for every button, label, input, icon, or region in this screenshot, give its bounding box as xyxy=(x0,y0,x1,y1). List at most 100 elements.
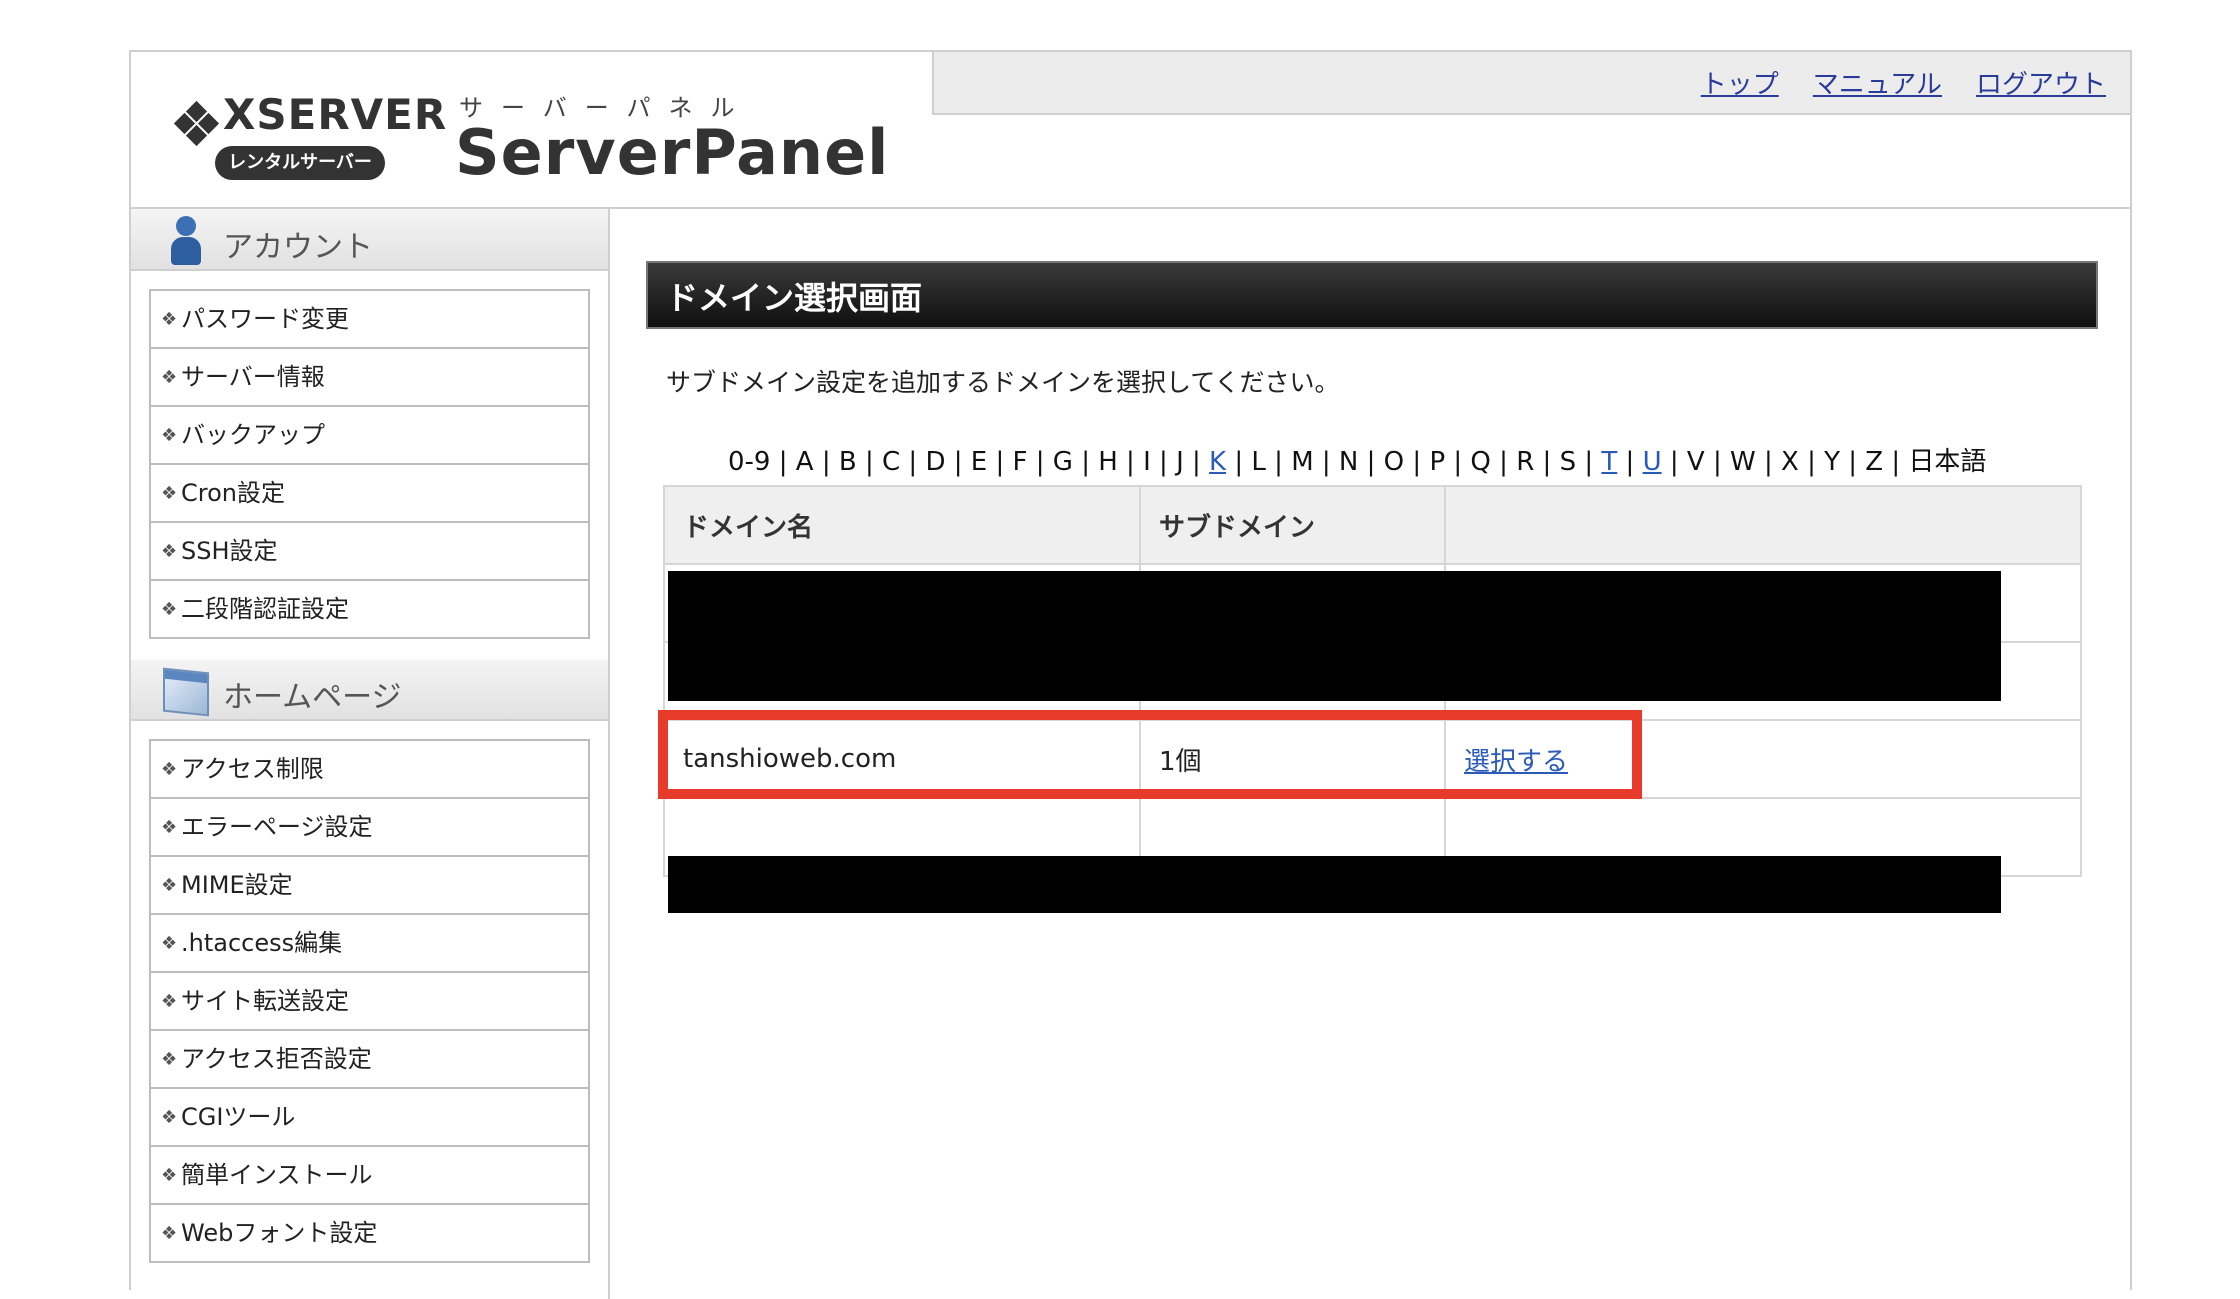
sidebar-item-cgi[interactable]: ❖ CGIツール xyxy=(151,1089,588,1147)
arrow-bullet-icon: ❖ xyxy=(161,874,178,896)
sidebar-item-label: 簡単インストール xyxy=(181,1160,373,1189)
column-header-domain: ドメイン名 xyxy=(663,485,1141,565)
index-letter-D: D xyxy=(925,447,946,477)
redaction-block xyxy=(668,571,2001,701)
index-letter-W: W xyxy=(1729,447,1756,477)
sidebar-item-ssh[interactable]: ❖ SSH設定 xyxy=(151,523,588,581)
index-letter-N: N xyxy=(1338,447,1359,477)
index-separator: | xyxy=(813,447,839,477)
index-separator: | xyxy=(1226,447,1252,477)
arrow-bullet-icon: ❖ xyxy=(161,424,178,446)
arrow-bullet-icon: ❖ xyxy=(161,540,178,562)
nav-logout-link[interactable]: ログアウト xyxy=(1976,64,2106,101)
index-separator: | xyxy=(1661,447,1687,477)
arrow-bullet-icon: ❖ xyxy=(161,308,178,330)
arrow-bullet-icon: ❖ xyxy=(161,990,178,1012)
homepage-menu: ❖ アクセス制限 ❖ エラーページ設定 ❖ MIME設定 ❖ .htaccess編集 ❖… xyxy=(149,739,590,1263)
index-separator: | xyxy=(1150,447,1177,477)
index-separator: | xyxy=(1798,447,1825,477)
arrow-bullet-icon: ❖ xyxy=(161,1222,178,1244)
index-separator: | xyxy=(1183,447,1210,477)
panel-title: ServerPanel xyxy=(455,116,890,189)
index-separator: | xyxy=(900,447,926,477)
sidebar-item-label: エラーページ設定 xyxy=(181,812,373,841)
index-letter-J: J xyxy=(1176,447,1184,477)
sidebar-item-password[interactable]: ❖ パスワード変更 xyxy=(151,291,588,349)
index-separator: | xyxy=(1840,447,1866,477)
index-letter-O: O xyxy=(1383,447,1405,477)
index-letter-T[interactable]: T xyxy=(1601,447,1617,477)
index-separator: | xyxy=(1534,447,1560,477)
sidebar-item-label: アクセス拒否設定 xyxy=(181,1044,372,1073)
index-letter-L: L xyxy=(1251,447,1266,477)
sidebar-item-backup[interactable]: ❖ バックアップ xyxy=(151,407,588,465)
sidebar-item-access-deny[interactable]: ❖ アクセス拒否設定 xyxy=(151,1031,588,1089)
main-content: ドメイン選択画面 サブドメイン設定を追加するドメインを選択してください。 0-9… xyxy=(612,209,2130,1299)
page-title: ドメイン選択画面 xyxy=(666,279,923,317)
index-separator: | xyxy=(1265,447,1292,477)
sidebar-item-webfont[interactable]: ❖ Webフォント設定 xyxy=(151,1205,588,1263)
sidebar-item-error-page[interactable]: ❖ エラーページ設定 xyxy=(151,799,588,857)
account-menu: ❖ パスワード変更 ❖ サーバー情報 ❖ バックアップ ❖ Cron設定 ❖ SSH設定 … xyxy=(149,289,590,639)
sidebar-item-label: Webフォント設定 xyxy=(181,1218,378,1247)
arrow-bullet-icon: ❖ xyxy=(161,598,178,620)
index-separator: | xyxy=(1617,447,1643,477)
index-letter-S: S xyxy=(1559,447,1577,477)
arrow-bullet-icon: ❖ xyxy=(161,1164,178,1186)
index-separator: | xyxy=(1883,447,1909,477)
index-separator: | xyxy=(1576,447,1602,477)
index-separator: | xyxy=(856,447,882,477)
diamond-logo-icon xyxy=(173,100,221,148)
xserver-logo[interactable]: XSERVER レンタルサーバー xyxy=(173,90,446,180)
sidebar-item-access-limit[interactable]: ❖ アクセス制限 xyxy=(151,741,588,799)
sidebar-item-server-info[interactable]: ❖ サーバー情報 xyxy=(151,349,588,407)
sidebar: アカウント ❖ パスワード変更 ❖ サーバー情報 ❖ バックアップ ❖ Cron設定 ❖… xyxy=(131,209,610,1299)
sidebar-section-account: アカウント xyxy=(131,209,608,271)
index-letter-H: H xyxy=(1098,447,1118,477)
index-separator: | xyxy=(1404,447,1430,477)
sidebar-item-label: サイト転送設定 xyxy=(181,986,349,1015)
sidebar-item-2fa[interactable]: ❖ 二段階認証設定 xyxy=(151,581,588,639)
index-letter-F: F xyxy=(1012,447,1028,477)
index-letter-C: C xyxy=(882,447,901,477)
sidebar-item-site-redirect[interactable]: ❖ サイト転送設定 xyxy=(151,973,588,1031)
alphabet-index: 0-9 | A | B | C | D | E | F | G | H | I … xyxy=(728,441,1986,478)
sidebar-item-label: アクセス制限 xyxy=(181,754,324,783)
sidebar-item-label: SSH設定 xyxy=(181,536,278,565)
index-letter-M: M xyxy=(1291,447,1314,477)
index-separator: | xyxy=(1117,447,1144,477)
index-letter-K[interactable]: K xyxy=(1209,447,1226,477)
sidebar-item-mime[interactable]: ❖ MIME設定 xyxy=(151,857,588,915)
nav-manual-link[interactable]: マニュアル xyxy=(1813,64,1942,101)
index-letter-R: R xyxy=(1516,447,1535,477)
arrow-bullet-icon: ❖ xyxy=(161,932,178,954)
sidebar-item-label: MIME設定 xyxy=(181,870,293,899)
index-letter-0-9: 0-9 xyxy=(728,447,771,477)
page-title-bar: ドメイン選択画面 xyxy=(646,261,2098,329)
index-letter-Y: Y xyxy=(1824,447,1840,477)
table-header-row: ドメイン名 サブドメイン xyxy=(663,485,2082,565)
index-letter-E: E xyxy=(970,447,988,477)
sidebar-item-easy-install[interactable]: ❖ 簡単インストール xyxy=(151,1147,588,1205)
index-letter-A: A xyxy=(795,447,814,477)
index-letter-P: P xyxy=(1429,447,1446,477)
index-separator: | xyxy=(1704,447,1730,477)
index-letter-U[interactable]: U xyxy=(1643,447,1662,477)
index-separator: | xyxy=(1027,447,1053,477)
sidebar-section-homepage: ホームページ xyxy=(131,659,608,721)
sidebar-item-label: CGIツール xyxy=(181,1102,296,1131)
redaction-block xyxy=(668,856,2001,913)
sidebar-item-htaccess[interactable]: ❖ .htaccess編集 xyxy=(151,915,588,973)
sidebar-item-cron[interactable]: ❖ Cron設定 xyxy=(151,465,588,523)
index-separator: | xyxy=(987,447,1013,477)
index-separator: | xyxy=(1072,447,1099,477)
index-separator: | xyxy=(1358,447,1384,477)
index-letter-V: V xyxy=(1686,447,1705,477)
index-letter-B: B xyxy=(838,447,857,477)
top-nav-bar: トップ マニュアル ログアウト xyxy=(932,52,2130,115)
top-nav: トップ マニュアル ログアウト xyxy=(1701,64,2106,101)
index-letter-Z: Z xyxy=(1865,447,1884,477)
nav-top-link[interactable]: トップ xyxy=(1701,64,1779,101)
index-letter-日本語: 日本語 xyxy=(1908,447,1987,477)
sidebar-item-label: 二段階認証設定 xyxy=(181,594,349,623)
